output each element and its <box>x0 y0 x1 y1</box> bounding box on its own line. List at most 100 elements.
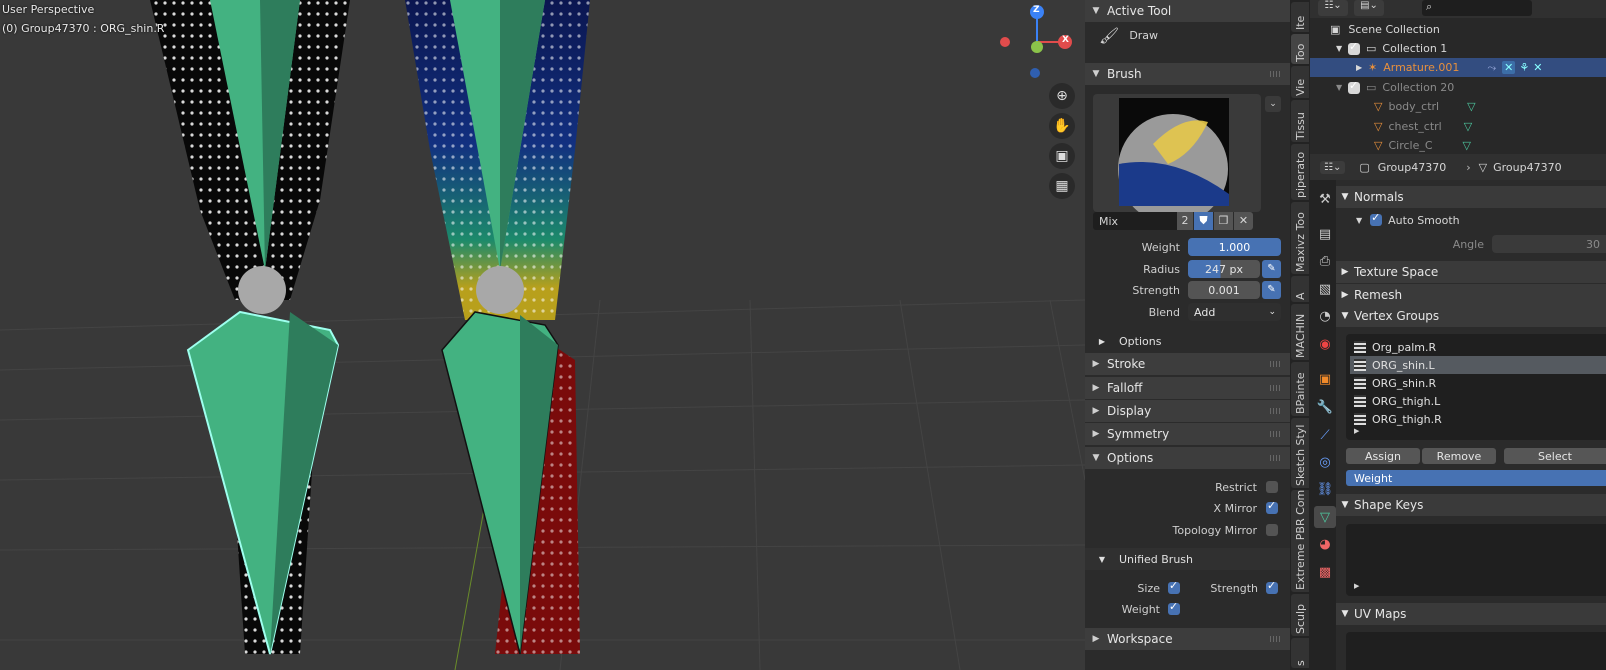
weight-field[interactable]: 1.000 <box>1188 238 1281 256</box>
mesh-data-tab-icon[interactable]: ▽ <box>1314 506 1336 528</box>
duplicate-icon[interactable]: ❐ <box>1214 212 1233 230</box>
brush-menu-chevron-icon[interactable]: ⌄ <box>1265 96 1281 112</box>
brush-users-count[interactable]: 2 <box>1177 212 1193 230</box>
list-item[interactable]: ORG_thigh.L <box>1350 392 1606 410</box>
close-icon[interactable]: ✕ <box>1234 212 1253 230</box>
unified-size-checkbox[interactable] <box>1168 579 1180 594</box>
unified-weight-checkbox[interactable] <box>1168 600 1180 615</box>
zoom-icon[interactable]: ⊕ <box>1049 83 1075 109</box>
tab-s[interactable]: s <box>1291 638 1309 668</box>
drag-grip-icon[interactable] <box>1270 636 1282 642</box>
texture-space-header[interactable]: ▶ Texture Space <box>1336 261 1606 283</box>
list-item[interactable]: ORG_shin.R <box>1350 374 1606 392</box>
remesh-header[interactable]: ▶ Remesh <box>1336 284 1606 306</box>
brush-options-subpanel[interactable]: ▶ Options <box>1085 330 1290 352</box>
falloff-header[interactable]: ▶ Falloff <box>1085 377 1290 399</box>
unified-strength-checkbox[interactable] <box>1266 579 1278 594</box>
exclude-checkbox[interactable] <box>1348 40 1360 55</box>
expand-down-icon[interactable]: ▼ <box>1336 44 1348 53</box>
camera-icon[interactable]: ▣ <box>1049 143 1075 169</box>
filter-dropdown[interactable]: ▤⌄ <box>1354 0 1384 16</box>
drag-grip-icon[interactable] <box>1270 455 1282 461</box>
brush-header[interactable]: ▼ Brush <box>1085 63 1290 85</box>
tab-machin[interactable]: MACHIN <box>1291 304 1309 360</box>
world-tab-icon[interactable]: ◉ <box>1314 333 1336 355</box>
assign-button[interactable]: Assign <box>1346 448 1420 464</box>
outliner-scene-collection[interactable]: ▣ Scene Collection <box>1310 20 1606 39</box>
drag-grip-icon[interactable] <box>1270 431 1282 437</box>
outliner-search-input[interactable]: ⌕ <box>1422 0 1532 16</box>
grid-icon[interactable]: ▦ <box>1049 173 1075 199</box>
display-mode-dropdown[interactable]: ☷⌄ <box>1318 0 1348 16</box>
tab-extreme-pbr[interactable]: Extreme PBR Com <box>1291 490 1309 592</box>
outliner-collection-20[interactable]: ▼ ▭ Collection 20 <box>1310 78 1606 97</box>
tab-tool[interactable]: Too <box>1291 34 1309 64</box>
physics-tab-icon[interactable]: ◎ <box>1314 451 1336 473</box>
outliner-chest-ctrl[interactable]: ▽ chest_ctrl ▽ <box>1310 117 1606 136</box>
tool-tab-icon[interactable]: ⚒ <box>1314 188 1336 210</box>
outliner-body-ctrl[interactable]: ▽ body_ctrl ▽ <box>1310 97 1606 116</box>
texture-tab-icon[interactable]: ▩ <box>1314 561 1336 583</box>
outliner-armature-001[interactable]: ▶ ✶ Armature.001 ⤳ ✕ ⚘ ✕ <box>1310 58 1606 77</box>
3d-viewport[interactable]: User Perspective (0) Group47370 : ORG_sh… <box>0 0 1085 670</box>
options-header[interactable]: ▼ Options <box>1085 447 1290 469</box>
x-mirror-checkbox[interactable] <box>1266 499 1278 514</box>
outliner-circle-c[interactable]: ▽ Circle_C ▽ <box>1310 136 1606 155</box>
constraints-tab-icon[interactable]: ⛓ <box>1314 478 1336 500</box>
render-tab-icon[interactable]: ▤ <box>1314 223 1336 245</box>
remove-button[interactable]: Remove <box>1422 448 1496 464</box>
tab-tissu[interactable]: Tissu <box>1291 100 1309 142</box>
brush-preview[interactable] <box>1093 94 1261 212</box>
tab-view[interactable]: Vie <box>1291 66 1309 98</box>
list-item[interactable]: ORG_thigh.R <box>1350 410 1606 428</box>
symmetry-header[interactable]: ▶ Symmetry <box>1085 423 1290 445</box>
drag-grip-icon[interactable] <box>1270 71 1282 77</box>
modifier-tab-icon[interactable]: 🔧 <box>1314 396 1336 418</box>
hand-icon[interactable]: ✋ <box>1049 113 1075 139</box>
auto-smooth-row[interactable]: ▼ Auto Smooth <box>1356 211 1596 228</box>
material-tab-icon[interactable]: ◕ <box>1314 533 1336 555</box>
tab-item[interactable]: Ite <box>1291 2 1309 32</box>
object-tab-icon[interactable]: ▣ <box>1314 368 1336 390</box>
pressure-pen-icon[interactable]: ✎ <box>1262 260 1281 278</box>
navigation-gizmo[interactable]: Z X <box>995 2 1080 82</box>
stroke-header[interactable]: ▶ Stroke <box>1085 353 1290 375</box>
auto-smooth-checkbox[interactable] <box>1370 211 1383 226</box>
active-tool-header[interactable]: ▼ Active Tool <box>1085 0 1290 22</box>
active-tool-draw[interactable]: 🖌 Draw <box>1099 24 1279 46</box>
unified-brush-subpanel[interactable]: ▼ Unified Brush <box>1085 548 1290 570</box>
workspace-header[interactable]: ▶ Workspace <box>1085 628 1290 650</box>
tab-maxivz-tools[interactable]: Maxivz Too <box>1291 202 1309 274</box>
particles-tab-icon[interactable]: ⟋ <box>1314 424 1336 446</box>
topology-mirror-checkbox[interactable] <box>1266 524 1278 536</box>
drag-grip-icon[interactable] <box>1270 408 1282 414</box>
tab-a[interactable]: A <box>1291 276 1309 302</box>
expand-down-icon[interactable]: ▼ <box>1336 83 1348 92</box>
scene-tab-icon[interactable]: ◔ <box>1314 305 1336 327</box>
brush-name-field[interactable]: Mix <box>1093 212 1177 230</box>
radius-field[interactable]: 247 px <box>1188 260 1260 278</box>
select-button[interactable]: Select <box>1504 448 1606 464</box>
editor-type-dropdown[interactable]: ☷⌄ <box>1320 160 1346 174</box>
pressure-pen-icon[interactable]: ✎ <box>1262 281 1281 299</box>
shape-keys-header[interactable]: ▼ Shape Keys <box>1336 494 1606 516</box>
drag-grip-icon[interactable] <box>1270 361 1282 367</box>
uv-maps-header[interactable]: ▼ UV Maps <box>1336 603 1606 625</box>
strength-field[interactable]: 0.001 <box>1188 281 1260 299</box>
view-layer-tab-icon[interactable]: ▧ <box>1314 278 1336 300</box>
tab-bpainter[interactable]: BPainte <box>1291 362 1309 416</box>
vertex-groups-header[interactable]: ▼ Vertex Groups <box>1336 305 1606 327</box>
viewport-scene[interactable] <box>0 0 1085 670</box>
restrict-checkbox[interactable] <box>1266 481 1278 493</box>
list-item[interactable]: ORG_shin.L <box>1350 356 1606 374</box>
list-expand-icon[interactable]: ▶ <box>1354 582 1359 590</box>
fake-user-shield-icon[interactable]: ⛊ <box>1194 212 1213 230</box>
exclude-checkbox[interactable] <box>1348 79 1360 94</box>
angle-field[interactable]: 30 <box>1492 235 1606 253</box>
expand-right-icon[interactable]: ▶ <box>1356 63 1368 72</box>
list-item[interactable]: Org_palm.R <box>1350 338 1606 356</box>
weight-field[interactable]: Weight <box>1346 470 1606 486</box>
normals-header[interactable]: ▼ Normals <box>1336 186 1606 208</box>
drag-grip-icon[interactable] <box>1270 385 1282 391</box>
tab-sculpt[interactable]: Sculp <box>1291 594 1309 636</box>
